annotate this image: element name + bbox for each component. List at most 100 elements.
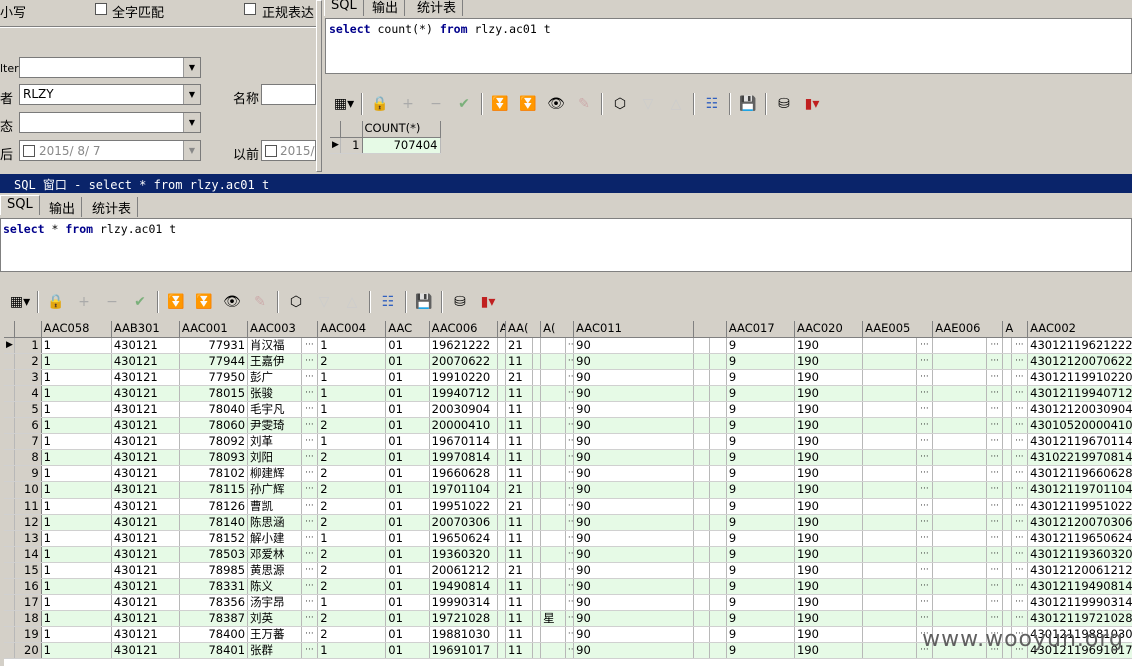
owner-combo[interactable]: RLZY ▼ <box>19 84 201 105</box>
cell-aac004[interactable]: 2 <box>317 449 387 467</box>
result-row-number[interactable]: 1 <box>340 137 363 154</box>
cell-aae006[interactable] <box>932 498 987 515</box>
table-row[interactable]: 15143012178985黄思源···2012006121221···9091… <box>4 562 1132 580</box>
cell-aac004[interactable]: 1 <box>317 594 387 612</box>
cell-blank[interactable] <box>693 514 711 531</box>
cell-aac006[interactable]: 19360320 <box>429 546 498 563</box>
cell-aac011[interactable]: 90 <box>573 481 694 499</box>
row-number[interactable]: 16 <box>14 578 42 596</box>
row-number[interactable]: 8 <box>14 449 42 467</box>
cell-ellipsis-button[interactable]: ··· <box>301 433 319 451</box>
column-header[interactable]: AAE006 <box>932 321 1004 338</box>
cell-a[interactable] <box>497 594 507 612</box>
cell-aac002[interactable]: 430121196701141717 <box>1027 433 1132 451</box>
result-column-header[interactable]: COUNT(*) <box>362 121 441 138</box>
cell-aab301[interactable]: 430121 <box>111 369 180 386</box>
cell-aae006[interactable] <box>932 465 987 483</box>
chevron-down-icon[interactable]: ▼ <box>183 113 200 132</box>
chevron-down-icon[interactable]: ▼ <box>183 141 200 160</box>
column-header[interactable]: AAC <box>385 321 430 338</box>
cell-ellipsis-button[interactable]: ··· <box>916 353 934 370</box>
cell-aab301[interactable]: 430121 <box>111 353 180 370</box>
cell-aa[interactable]: 11 <box>505 642 533 660</box>
cell-aac011[interactable]: 90 <box>573 578 694 596</box>
add-row-icon[interactable]: + <box>394 92 422 116</box>
cell-a-char[interactable] <box>540 626 566 644</box>
cell-aac006[interactable]: 20070306 <box>429 514 498 531</box>
cell-ellipsis-button[interactable]: ··· <box>301 449 319 467</box>
previous-record-icon[interactable]: ▽ <box>310 290 338 314</box>
cell-aac003[interactable]: 肖汉福 <box>247 337 302 354</box>
cell-ellipsis-button[interactable]: ··· <box>301 610 319 628</box>
top-tab-stats[interactable]: 统计表 <box>411 0 464 16</box>
cell-aac020[interactable]: 190 <box>794 642 864 660</box>
cell-a[interactable] <box>497 610 507 628</box>
column-header[interactable]: A <box>1002 321 1029 338</box>
cell-aac002[interactable]: 430121200612120147 <box>1027 562 1132 580</box>
cell-ellipsis-button[interactable]: ··· <box>986 465 1004 483</box>
cell-a3[interactable] <box>1002 578 1012 596</box>
cell-aac002[interactable]: 430121199102207933 <box>1027 369 1132 386</box>
cell-blank[interactable] <box>693 401 711 419</box>
cell-aae005[interactable] <box>862 514 917 531</box>
cell-aae005[interactable] <box>862 642 917 660</box>
cell-aae005[interactable] <box>862 498 917 515</box>
cell-ellipsis-button[interactable]: ··· <box>565 610 575 628</box>
cell-aac020[interactable]: 190 <box>794 626 864 644</box>
cell-aac002[interactable]: 430121200309047012 <box>1027 401 1132 419</box>
column-header[interactable]: AAC020 <box>794 321 864 338</box>
row-number[interactable]: 2 <box>14 353 42 370</box>
cell-aac004[interactable]: 1 <box>317 337 387 354</box>
cell-ellipsis-button[interactable]: ··· <box>1011 546 1029 563</box>
cell-a-char[interactable] <box>540 385 566 402</box>
cell-aac005[interactable]: 01 <box>385 481 430 499</box>
cell-aac002[interactable]: 431022199708144561 <box>1027 449 1132 467</box>
cell-aac001[interactable]: 78060 <box>179 417 249 435</box>
cell-aac004[interactable]: 1 <box>317 642 387 660</box>
cell-aac011[interactable]: 90 <box>573 530 694 547</box>
cell-aac002[interactable]: 430121197011046143 <box>1027 481 1132 499</box>
cell-ellipsis-button[interactable]: ··· <box>301 578 319 596</box>
cell-a-char[interactable] <box>540 369 566 386</box>
cell-blank[interactable] <box>709 626 727 644</box>
row-number[interactable]: 18 <box>14 610 42 628</box>
cell-aac058[interactable]: 1 <box>41 562 112 580</box>
single-record-view-icon[interactable]: ☷ <box>698 92 726 116</box>
cell-a2[interactable] <box>532 337 542 354</box>
cell-aac006[interactable]: 19721028 <box>429 610 498 628</box>
cell-aac006[interactable]: 20070622 <box>429 353 498 370</box>
cell-aac005[interactable]: 01 <box>385 353 430 370</box>
cell-aac017[interactable]: 9 <box>726 417 795 435</box>
cell-ellipsis-button[interactable]: ··· <box>1011 385 1029 402</box>
cell-ellipsis-button[interactable]: ··· <box>986 401 1004 419</box>
cell-a-char[interactable] <box>540 642 566 660</box>
cell-aac001[interactable]: 78093 <box>179 449 249 467</box>
cell-aab301[interactable]: 430121 <box>111 433 180 451</box>
cell-ellipsis-button[interactable]: ··· <box>986 578 1004 596</box>
cell-blank[interactable] <box>709 594 727 612</box>
cell-aac017[interactable]: 9 <box>726 594 795 612</box>
cell-aac006[interactable]: 19990314 <box>429 594 498 612</box>
cell-ellipsis-button[interactable]: ··· <box>301 546 319 563</box>
cell-aac011[interactable]: 90 <box>573 594 694 612</box>
cell-aac017[interactable]: 9 <box>726 337 795 354</box>
cell-blank[interactable] <box>693 385 711 402</box>
cell-a2[interactable] <box>532 433 542 451</box>
cell-ellipsis-button[interactable]: ··· <box>986 369 1004 386</box>
cell-blank[interactable] <box>693 449 711 467</box>
cell-aa[interactable]: 21 <box>505 498 533 515</box>
cell-ellipsis-button[interactable]: ··· <box>986 449 1004 467</box>
cell-blank[interactable] <box>709 449 727 467</box>
cell-aac004[interactable]: 2 <box>317 546 387 563</box>
row-number[interactable]: 15 <box>14 562 42 580</box>
result-count-value[interactable]: 707404 <box>362 137 441 154</box>
next-record-icon[interactable]: △ <box>338 290 366 314</box>
cell-aac058[interactable]: 1 <box>41 353 112 370</box>
table-row[interactable]: 9143012178102柳建辉···2011966062811···90919… <box>4 465 1132 483</box>
cell-blank[interactable] <box>709 417 727 435</box>
cell-aa[interactable]: 21 <box>505 562 533 580</box>
cell-a[interactable] <box>497 433 507 451</box>
cell-a[interactable] <box>497 401 507 419</box>
table-row[interactable]: 8143012178093刘阳···2011997081411···909190… <box>4 449 1132 467</box>
query-by-example-icon[interactable]: ⬡ <box>282 290 310 314</box>
